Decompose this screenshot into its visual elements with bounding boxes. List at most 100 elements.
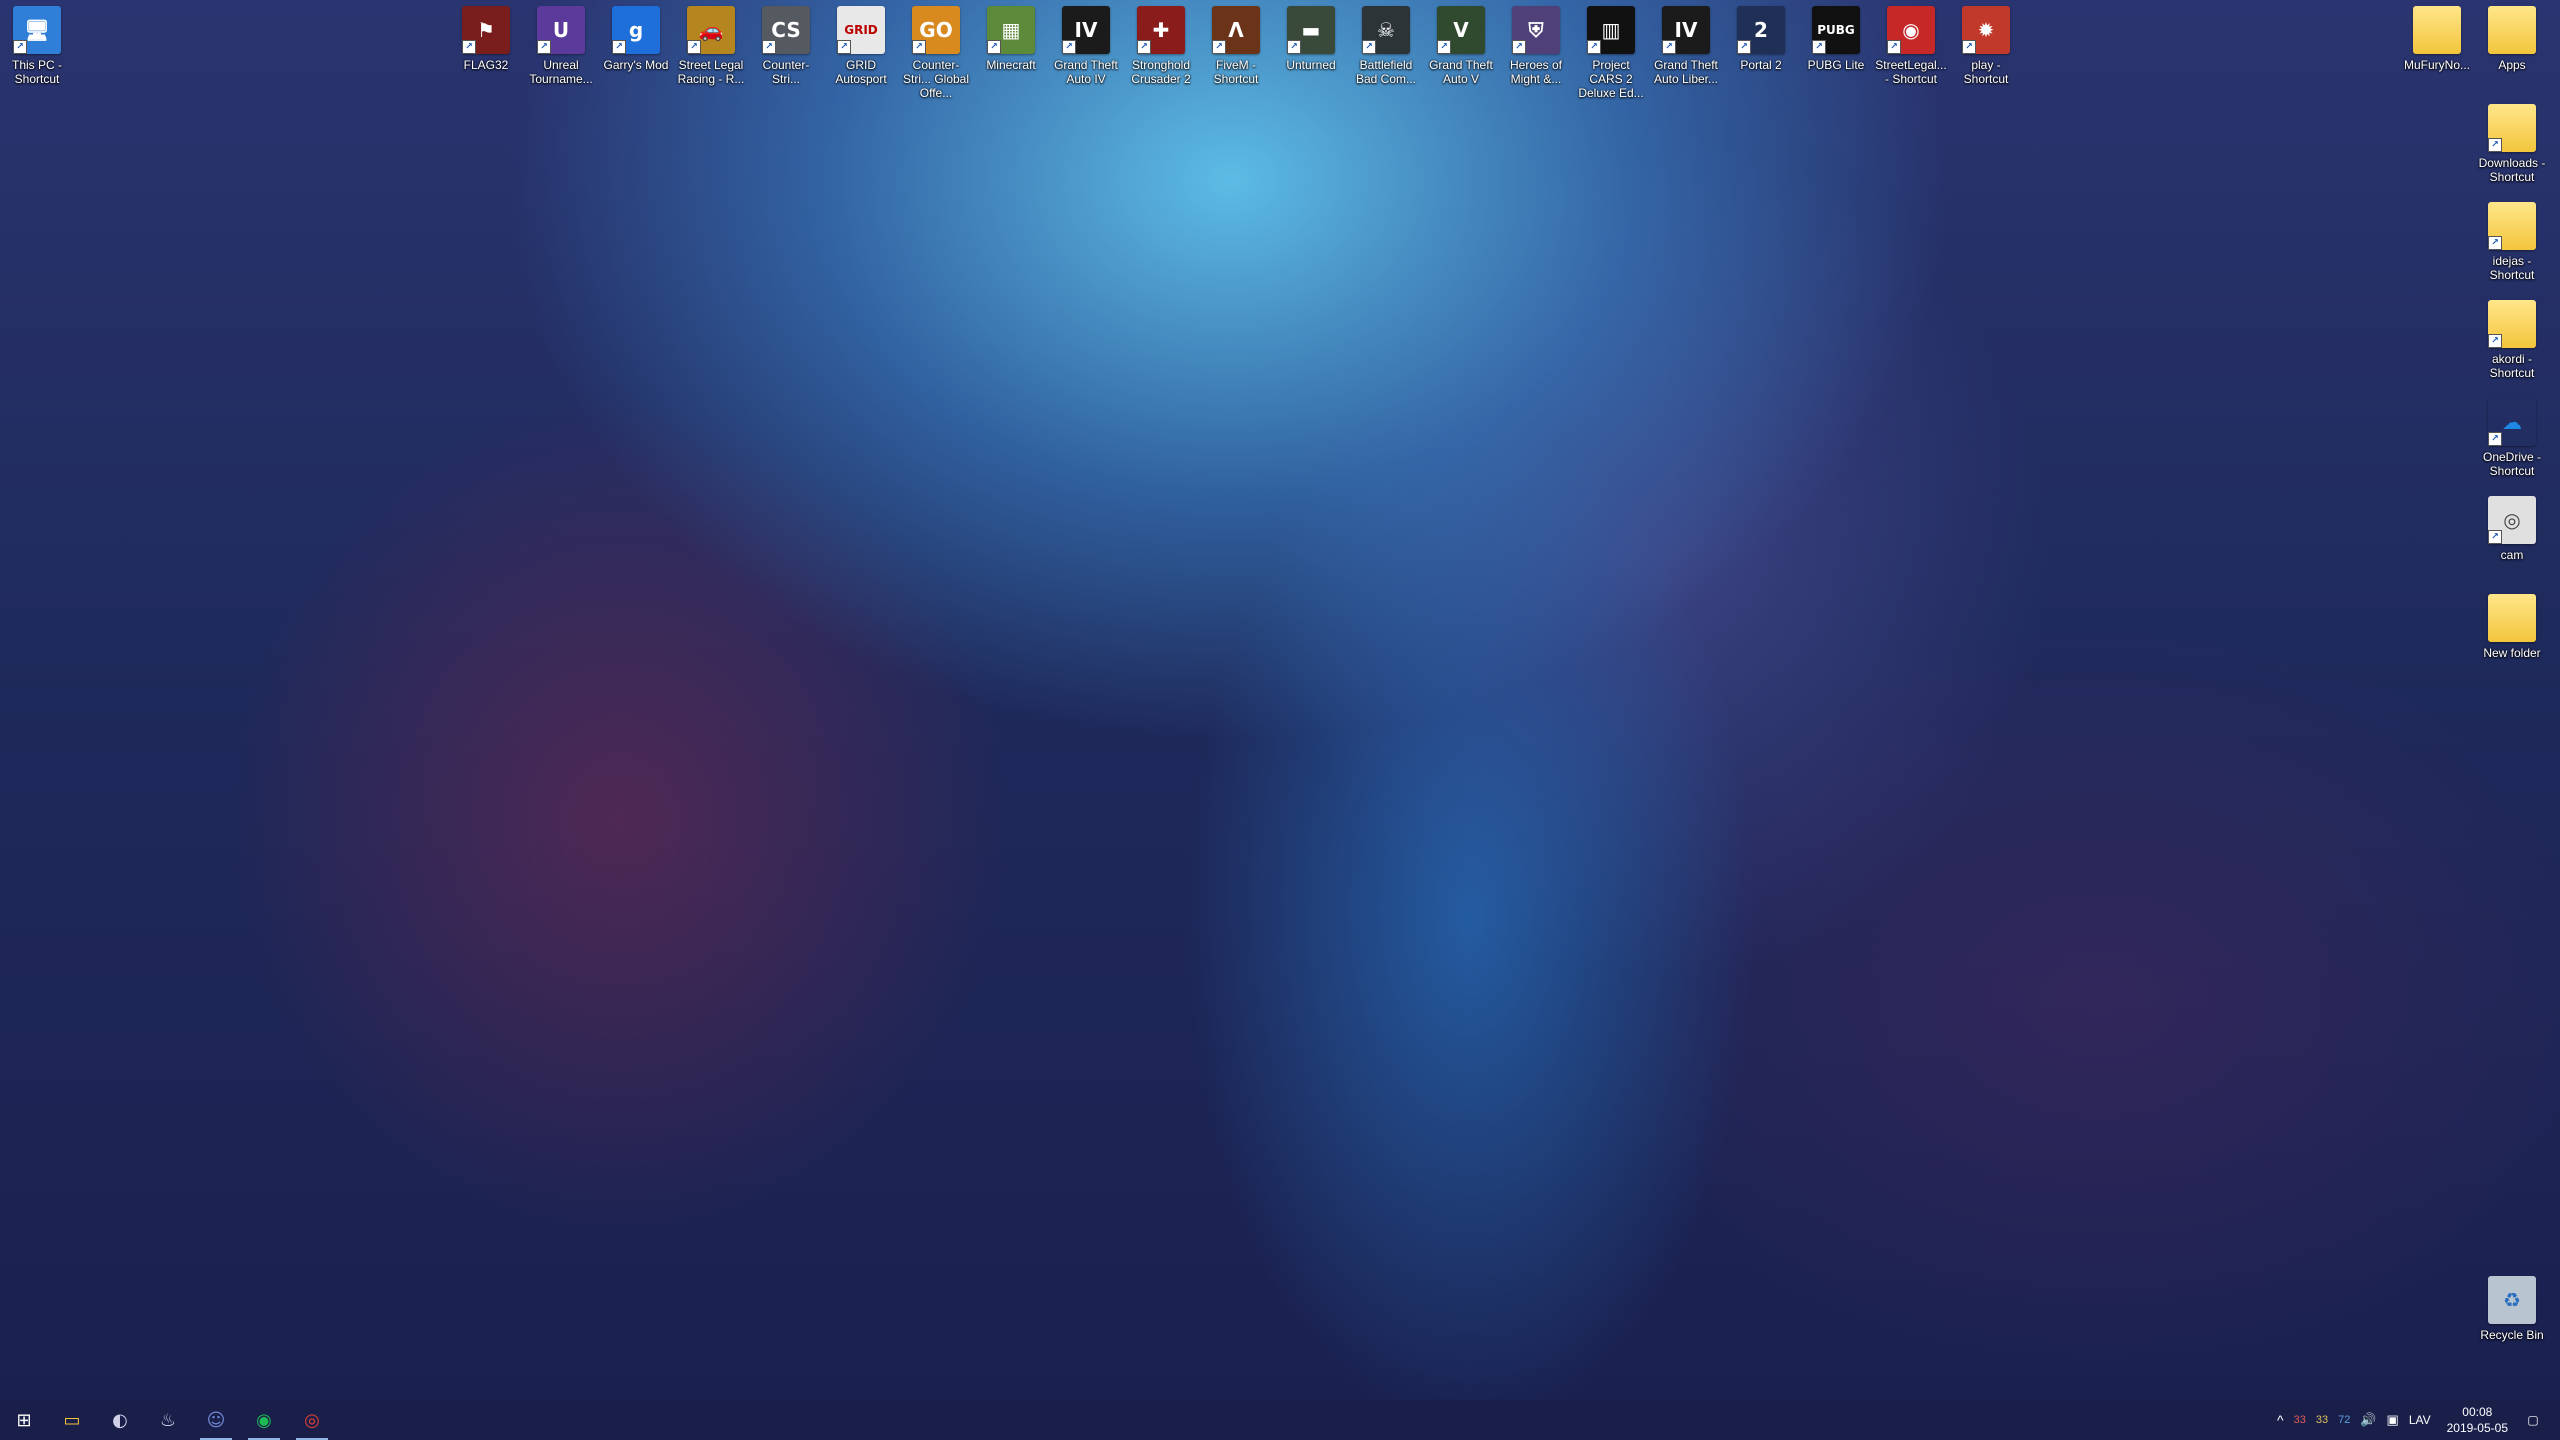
clock-time: 00:08: [2462, 1405, 2493, 1419]
clock[interactable]: 00:08 2019-05-05: [2447, 1404, 2508, 1436]
flag-game-icon: ⚑ ↗: [462, 6, 510, 54]
shortcut-arrow-icon: ↗: [1362, 40, 1376, 54]
folder-warning-icon: [2488, 6, 2536, 54]
desktop-icon[interactable]: CS ↗ Counter-Stri...: [749, 6, 823, 86]
desktop-icon[interactable]: Apps: [2475, 6, 2549, 72]
temp-reading-2[interactable]: 33: [2316, 1414, 2328, 1426]
desktop-icon-label: Garry's Mod: [603, 58, 669, 72]
desktop-icon[interactable]: ✚ ↗ Stronghold Crusader 2: [1124, 6, 1198, 86]
desktop-icon[interactable]: ⛨ ↗ Heroes of Might &...: [1499, 6, 1573, 86]
minecraft-icon: ▦ ↗: [987, 6, 1035, 54]
desktop-icon[interactable]: ☠ ↗ Battlefield Bad Com...: [1349, 6, 1423, 86]
folder-icon: [2413, 6, 2461, 54]
desktop-icon-label: Street Legal Racing - R...: [677, 58, 745, 86]
desktop-icon[interactable]: 2 ↗ Portal 2: [1724, 6, 1798, 72]
desktop-icon[interactable]: ↗ Downloads - Shortcut: [2475, 104, 2549, 184]
shortcut-arrow-icon: ↗: [13, 40, 27, 54]
discord-button[interactable]: ☺: [192, 1400, 240, 1440]
shortcut-arrow-icon: ↗: [1587, 40, 1601, 54]
garrys-mod-icon: g ↗: [612, 6, 660, 54]
desktop-icon[interactable]: ◉ ↗ StreetLegal... - Shortcut: [1874, 6, 1948, 86]
desktop-icon-label: cam: [2500, 548, 2524, 562]
chrome-icon: ◎: [304, 1409, 320, 1431]
steam-button[interactable]: ♨: [144, 1400, 192, 1440]
shortcut-arrow-icon: ↗: [2488, 432, 2502, 446]
desktop-icon[interactable]: ▥ ↗ Project CARS 2 Deluxe Ed...: [1574, 6, 1648, 100]
onedrive-cloud-icon: ☁ ↗: [2488, 398, 2536, 446]
desktop-icon[interactable]: ↗ idejas - Shortcut: [2475, 202, 2549, 282]
desktop-icon-label: Portal 2: [1740, 58, 1782, 72]
desktop-icon[interactable]: 🖥 ↗ This PC - Shortcut: [0, 6, 74, 86]
desktop-icon[interactable]: IV ↗ Grand Theft Auto IV: [1049, 6, 1123, 86]
desktop-icon[interactable]: ▦ ↗ Minecraft: [974, 6, 1048, 72]
spotify-button[interactable]: ◉: [240, 1400, 288, 1440]
shortcut-arrow-icon: ↗: [762, 40, 776, 54]
shortcut-arrow-icon: ↗: [1437, 40, 1451, 54]
desktop-icon[interactable]: ☁ ↗ OneDrive - Shortcut: [2475, 398, 2549, 478]
action-center-icon[interactable]: ▢: [2518, 1400, 2548, 1440]
desktop-icon-label: FiveM - Shortcut: [1213, 58, 1259, 86]
document-folder-icon: ↗: [2488, 202, 2536, 250]
desktop-icon-label: Project CARS 2 Deluxe Ed...: [1578, 58, 1644, 100]
desktop-icon-label: Counter-Stri...: [762, 58, 810, 86]
unreal-icon: U ↗: [537, 6, 585, 54]
shortcut-arrow-icon: ↗: [1287, 40, 1301, 54]
desktop-icon[interactable]: g ↗ Garry's Mod: [599, 6, 673, 72]
desktop-icon[interactable]: GO ↗ Counter-Stri... Global Offe...: [899, 6, 973, 100]
desktop-icon-label: Minecraft: [986, 58, 1036, 72]
desktop-icon[interactable]: MuFuryNo...: [2400, 6, 2474, 72]
desktop-icon-label: GRID Autosport: [835, 58, 887, 86]
desktop-icon[interactable]: U ↗ Unreal Tourname...: [524, 6, 598, 86]
desktop-icon[interactable]: ♻ Recycle Bin: [2475, 1276, 2549, 1342]
portal2-icon: 2 ↗: [1737, 6, 1785, 54]
language-indicator[interactable]: LAV: [2409, 1413, 2431, 1427]
gta4-icon: IV ↗: [1062, 6, 1110, 54]
temp-reading-3[interactable]: 72: [2338, 1414, 2350, 1426]
taskbar-buttons: ⊞ ▭ ◐ ♨ ☺ ◉ ◎: [0, 1400, 336, 1440]
desktop-icon-label: Downloads - Shortcut: [2478, 156, 2546, 184]
chrome-button[interactable]: ◎: [288, 1400, 336, 1440]
desktop-icon[interactable]: GRID ↗ GRID Autosport: [824, 6, 898, 86]
file-explorer-button[interactable]: ▭: [48, 1400, 96, 1440]
desktop-icon-label: Unturned: [1286, 58, 1336, 72]
desktop-icon[interactable]: IV ↗ Grand Theft Auto Liber...: [1649, 6, 1723, 86]
desktop-icon-label: Grand Theft Auto Liber...: [1653, 58, 1719, 86]
folder-icon: [2488, 594, 2536, 642]
desktop-icon[interactable]: ▬ ↗ Unturned: [1274, 6, 1348, 72]
volume-icon[interactable]: 🔊: [2360, 1412, 2376, 1428]
streetlegal-disc-icon: ◉ ↗: [1887, 6, 1935, 54]
desktop-icon-label: Heroes of Might &...: [1509, 58, 1563, 86]
desktop-icon-label: MuFuryNo...: [2403, 58, 2470, 72]
desktop-icon-label: Recycle Bin: [2480, 1328, 2544, 1342]
shortcut-arrow-icon: ↗: [837, 40, 851, 54]
desktop-icon[interactable]: PUBG ↗ PUBG Lite: [1799, 6, 1873, 72]
desktop-icon-label: Apps: [2498, 58, 2526, 72]
discord-icon: ☺: [206, 1409, 226, 1431]
desktop-icon-label: idejas - Shortcut: [2489, 254, 2535, 282]
shortcut-arrow-icon: ↗: [987, 40, 1001, 54]
windows-logo-icon: ⊞: [16, 1409, 32, 1431]
shortcut-arrow-icon: ↗: [1962, 40, 1976, 54]
desktop-icon[interactable]: ⚑ ↗ FLAG32: [449, 6, 523, 72]
temp-reading-1[interactable]: 33: [2294, 1414, 2306, 1426]
start-button[interactable]: ⊞: [0, 1400, 48, 1440]
stronghold-shield-icon: ✚ ↗: [1137, 6, 1185, 54]
desktop-icon[interactable]: 🚗 ↗ Street Legal Racing - R...: [674, 6, 748, 86]
app-button[interactable]: ◐: [96, 1400, 144, 1440]
desktop-icon[interactable]: ↗ akordi - Shortcut: [2475, 300, 2549, 380]
grid-autosport-icon: GRID ↗: [837, 6, 885, 54]
network-icon[interactable]: ▣: [2387, 1412, 2399, 1428]
shortcut-arrow-icon: ↗: [2488, 530, 2502, 544]
desktop-icon-label: Stronghold Crusader 2: [1131, 58, 1191, 86]
taskbar: ⊞ ▭ ◐ ♨ ☺ ◉ ◎ ^ 33 33 72 🔊 ▣ LAV 00:08 2019-05…: [0, 1400, 2560, 1440]
desktop-icon[interactable]: ◎ ↗ cam: [2475, 496, 2549, 562]
system-tray: ^ 33 33 72 🔊 ▣ LAV 00:08 2019-05-05 ▢: [2277, 1400, 2560, 1440]
shortcut-arrow-icon: ↗: [1512, 40, 1526, 54]
desktop-icon[interactable]: New folder: [2475, 594, 2549, 660]
show-hidden-icons-chevron-icon[interactable]: ^: [2277, 1412, 2284, 1428]
project-cars-icon: ▥ ↗: [1587, 6, 1635, 54]
recycle-bin-icon: ♻: [2488, 1276, 2536, 1324]
desktop-icon[interactable]: Λ ↗ FiveM - Shortcut: [1199, 6, 1273, 86]
desktop-icon[interactable]: ✹ ↗ play - Shortcut: [1949, 6, 2023, 86]
desktop-icon[interactable]: V ↗ Grand Theft Auto V: [1424, 6, 1498, 86]
